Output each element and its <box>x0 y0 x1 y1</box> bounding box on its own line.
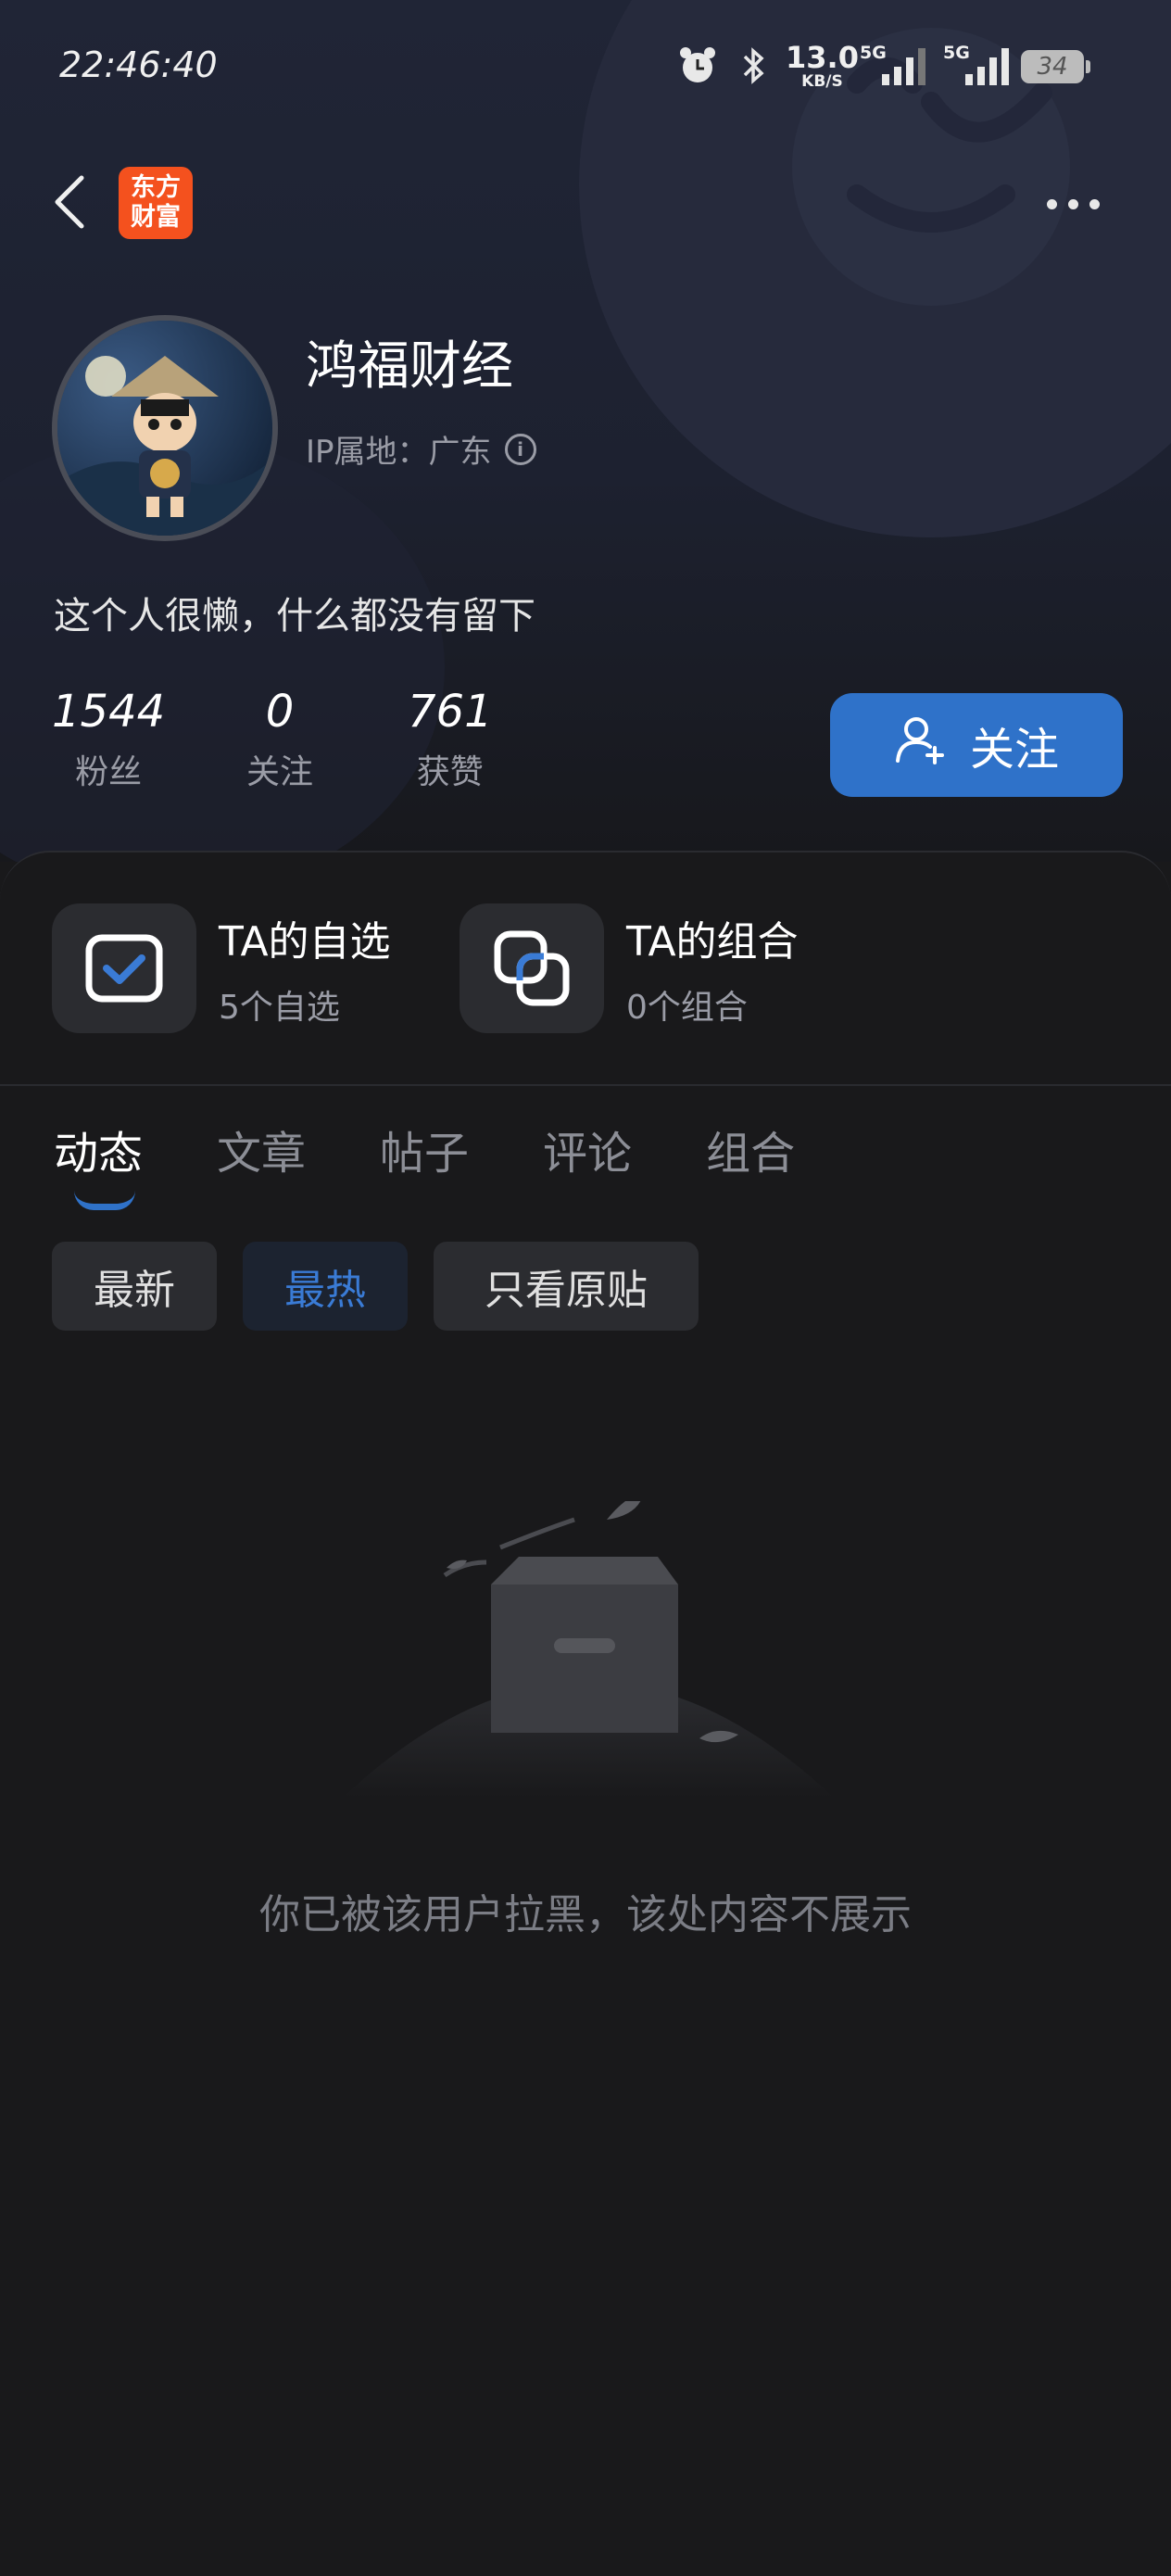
status-time: 22:46:40 <box>59 44 218 85</box>
bluetooth-icon <box>741 44 767 87</box>
portfolio-card[interactable]: TA的组合 0个组合 <box>460 903 799 1033</box>
stat-following[interactable]: 0 关注 <box>246 686 313 793</box>
network-speed-unit: KB/S <box>801 72 843 91</box>
tab-posts[interactable]: 帖子 <box>380 1117 469 1181</box>
empty-box-illustration <box>343 1492 834 1798</box>
stat-label: 关注 <box>246 753 314 791</box>
stat-value: 1544 <box>52 686 166 738</box>
info-icon[interactable]: i <box>504 433 536 465</box>
ip-location: IP属地：广东 i <box>306 426 536 472</box>
stat-value: 0 <box>265 686 295 738</box>
follow-button[interactable]: 关注 <box>830 693 1123 797</box>
stat-value: 761 <box>408 686 493 738</box>
card-subtitle: 5个自选 <box>219 989 340 1027</box>
back-button[interactable] <box>48 172 96 232</box>
more-options-button[interactable] <box>1047 185 1112 222</box>
network-speed-value: 13.0 <box>786 40 859 75</box>
stat-likes[interactable]: 761 获赞 <box>408 686 493 793</box>
profile-name: 鸿福财经 <box>306 336 513 397</box>
alarm-icon <box>676 44 719 87</box>
filter-latest[interactable]: 最新 <box>52 1242 217 1331</box>
battery-icon: 34 <box>1021 50 1090 83</box>
dot-icon <box>1068 198 1078 209</box>
logo-text-line2: 财富 <box>131 203 181 232</box>
profile-bio: 这个人很懒，什么都没有留下 <box>54 595 535 638</box>
dot-icon <box>1089 198 1100 209</box>
avatar[interactable] <box>52 315 278 541</box>
stat-label: 粉丝 <box>75 753 143 791</box>
tab-activity[interactable]: 动态 <box>54 1117 143 1181</box>
card-title: TA的自选 <box>219 918 391 966</box>
tab-portfolios[interactable]: 组合 <box>706 1117 795 1181</box>
card-subtitle: 0个组合 <box>626 989 748 1027</box>
filter-hottest[interactable]: 最热 <box>243 1242 408 1331</box>
signal-2-icon: 5G <box>943 43 1017 87</box>
network-speed: 13.0 KB/S <box>786 40 859 90</box>
app-logo: 东方 财富 <box>119 167 193 239</box>
content-tabs: 动态 文章 帖子 评论 组合 <box>54 1117 795 1181</box>
follow-label: 关注 <box>969 724 1059 776</box>
tab-comments[interactable]: 评论 <box>543 1117 632 1181</box>
stat-label: 获赞 <box>416 753 484 791</box>
watchlist-card[interactable]: TA的自选 5个自选 <box>52 903 391 1033</box>
ip-location-text: IP属地：广东 <box>306 434 492 471</box>
empty-state-message: 你已被该用户拉黑，该处内容不展示 <box>259 1891 912 1938</box>
add-user-icon <box>894 713 948 777</box>
portfolio-icon <box>460 903 604 1033</box>
watchlist-icon <box>52 903 196 1033</box>
dot-icon <box>1047 198 1057 209</box>
signal-1-label: 5G <box>860 43 887 63</box>
divider <box>0 1084 1171 1086</box>
logo-text-line1: 东方 <box>131 173 181 202</box>
stat-followers[interactable]: 1544 粉丝 <box>52 686 165 793</box>
signal-2-label: 5G <box>943 43 970 63</box>
status-bar: 22:46:40 13.0 KB/S 5G 5G 34 <box>0 0 1171 130</box>
card-title: TA的组合 <box>626 918 799 966</box>
filter-chips: 最新 最热 只看原贴 <box>52 1242 699 1331</box>
signal-1-icon: 5G <box>860 43 934 87</box>
tab-articles[interactable]: 文章 <box>217 1117 306 1181</box>
filter-original-only[interactable]: 只看原贴 <box>434 1242 699 1331</box>
